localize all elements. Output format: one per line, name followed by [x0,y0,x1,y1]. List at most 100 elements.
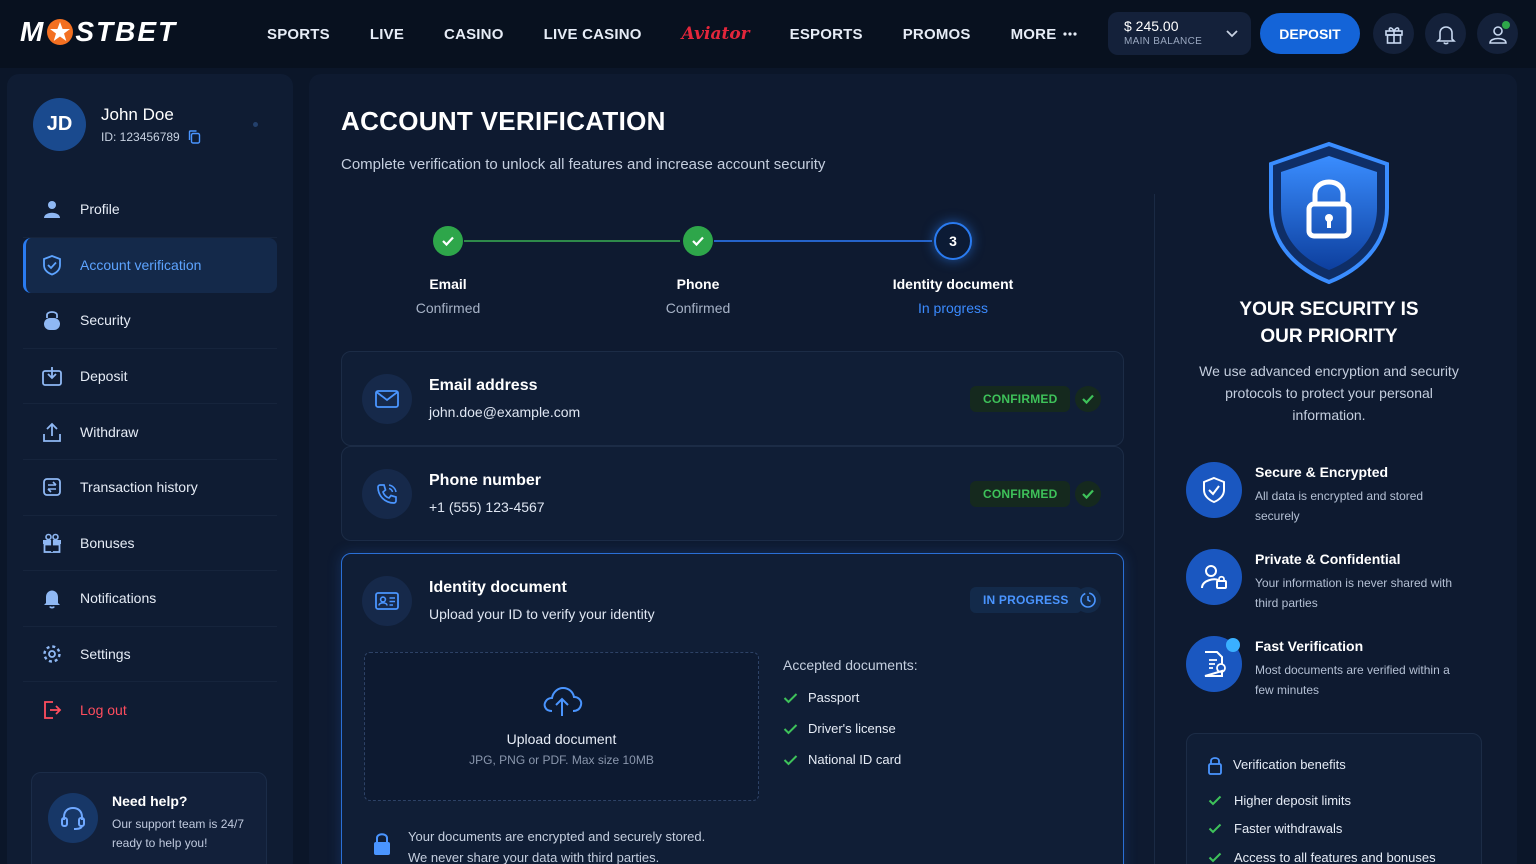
gift-icon [41,532,63,554]
nav-sports[interactable]: SPORTS [267,26,330,43]
deposit-button[interactable]: DEPOSIT [1260,13,1360,54]
security-note: Your documents are encrypted and securel… [408,826,705,864]
phone-icon [362,469,412,519]
step-3-label: Identity document In progress [873,276,1033,316]
sidebar-item-label: Account verification [80,257,202,274]
collapse-dot [253,122,258,127]
avatar[interactable]: JD [33,98,86,151]
gear-icon [41,643,63,665]
nav-esports[interactable]: ESPORTS [790,26,863,43]
balance-dropdown[interactable]: $ 245.00 MAIN BALANCE [1108,12,1251,55]
main-content: ACCOUNT VERIFICATION Complete verificati… [309,74,1517,864]
benefit-label: Faster withdrawals [1234,821,1343,836]
sidebar-item-label: Bonuses [80,534,135,551]
mostbet-logo[interactable]: M STBET [20,16,177,48]
sidebar-item-label: Profile [80,201,120,218]
security-note-line: Your documents are encrypted and securel… [408,829,706,844]
nav-more-label: MORE [1010,25,1057,43]
copy-icon[interactable] [188,130,201,144]
nav-aviator[interactable]: Aviator [682,24,750,44]
card-subtitle: Upload your ID to verify your identity [429,606,655,622]
sidebar-item-bonuses[interactable]: Bonuses [23,516,277,572]
cloud-upload-icon [543,686,583,716]
nav-live[interactable]: LIVE [370,26,404,43]
card-value: +1 (555) 123-4567 [429,499,545,515]
sidebar-item-account-verification[interactable]: Account verification [23,237,277,294]
page-subtitle: Complete verification to unlock all feat… [341,156,826,173]
card-title: Identity document [429,579,567,596]
check-icon [1208,795,1222,806]
logo-star-icon [47,19,74,45]
more-dots-icon [1063,32,1078,36]
check-icon [1208,823,1222,834]
accepted-document-item: Driver's license [783,721,896,736]
gift-button[interactable] [1373,13,1414,54]
user-id-row: ID: 123456789 [101,130,201,144]
step-3-number: 3 [934,222,972,260]
nav-promos[interactable]: PROMOS [903,26,971,43]
check-icon [783,692,798,703]
sidebar-item-notifications[interactable]: Notifications [23,571,277,627]
nav-more[interactable]: MORE [1011,26,1079,43]
shield-check-icon [1186,462,1242,518]
check-icon [783,754,798,765]
step-title: Email [429,276,467,292]
card-value: john.doe@example.com [429,404,581,420]
benefit-item: Access to all features and bonuses [1208,850,1436,864]
upload-dropzone[interactable]: Upload document JPG, PNG or PDF. Max siz… [364,652,759,801]
check-circle-icon [1075,481,1101,507]
phone-verification-card: Phone number +1 (555) 123-4567 CONFIRMED [341,446,1124,541]
sidebar-item-log-out[interactable]: Log out [23,682,277,738]
panel-divider [1154,194,1155,864]
security-panel-text: We use advanced encryption and security … [1199,363,1459,423]
verification-benefits-card: Verification benefits Higher deposit lim… [1186,733,1482,864]
support-card[interactable]: Need help? Our support team is 24/7 read… [31,772,267,864]
accepted-documents-title: Accepted documents: [783,657,918,673]
lock-icon [1208,757,1222,775]
clock-progress-icon [1075,587,1101,613]
benefit-item: Higher deposit limits [1208,793,1351,808]
step-connector-2 [714,240,932,242]
chevron-down-icon [1226,30,1238,38]
sidebar-item-profile[interactable]: Profile [23,182,277,238]
sidebar-item-settings[interactable]: Settings [23,627,277,683]
gift-icon [1384,26,1403,44]
check-circle-icon [1075,386,1101,412]
benefits-title: Verification benefits [1233,757,1346,772]
upload-title: Upload document [506,731,617,747]
feature-text: Most documents are verified within a few… [1255,663,1450,697]
security-title-line: OUR PRIORITY [1260,326,1398,347]
verification-stepper: 3 Email Confirmed Phone Confirmed Identi… [309,214,1109,324]
nav-live-casino[interactable]: LIVE CASINO [544,26,642,43]
sidebar-item-label: Withdraw [80,423,139,440]
email-verification-card: Email address john.doe@example.com CONFI… [341,351,1124,446]
sidebar-item-label: Transaction history [80,479,198,496]
mail-icon [362,374,412,424]
account-button[interactable] [1477,13,1518,54]
feature-text: All data is encrypted and stored securel… [1255,489,1424,523]
status-badge: CONFIRMED [970,481,1071,507]
check-icon [442,236,454,247]
accepted-document-item: Passport [783,690,859,705]
sidebar-item-label: Security [80,312,131,329]
accepted-document-item: National ID card [783,752,901,767]
sidebar-item-label: Notifications [80,590,157,607]
check-icon [692,236,704,247]
accepted-document-label: Driver's license [808,721,896,736]
accepted-document-label: Passport [808,690,860,705]
main-nav: SPORTS LIVE CASINO LIVE CASINO Aviator E… [267,0,1118,68]
sidebar-item-transaction-history[interactable]: Transaction history [23,460,277,516]
help-text: Our support team is 24/7 ready to help y… [112,817,245,850]
sidebar-item-withdraw[interactable]: Withdraw [23,404,277,460]
status-badge: CONFIRMED [970,386,1071,412]
security-note-line: We never share your data with third part… [408,850,660,864]
sidebar-item-deposit[interactable]: Deposit [23,349,277,405]
headset-icon [48,793,98,843]
notifications-button[interactable] [1425,13,1466,54]
step-2-check [683,226,713,256]
sidebar-item-label: Log out [80,702,127,719]
nav-casino[interactable]: CASINO [444,26,504,43]
sidebar-item-security[interactable]: Security [23,293,277,349]
top-navigation-bar: M STBET SPORTS LIVE CASINO LIVE CASINO A… [0,0,1536,68]
logout-icon [41,699,63,721]
